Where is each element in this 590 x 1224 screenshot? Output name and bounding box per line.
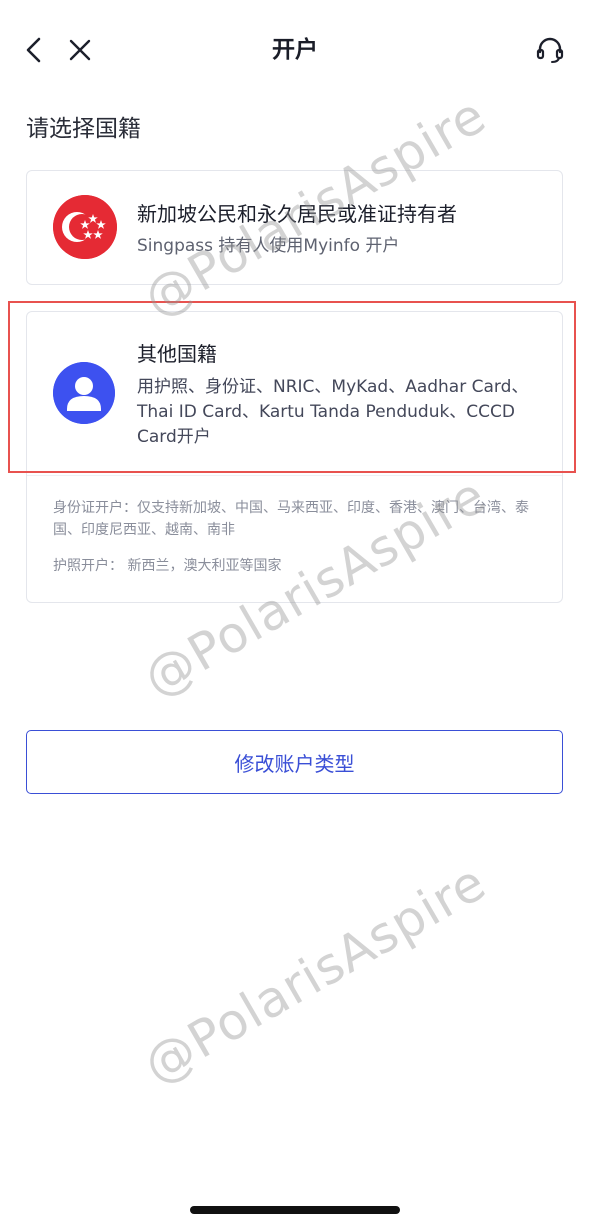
page-title: 开户 <box>272 37 318 63</box>
headset-icon <box>536 37 564 63</box>
option-singapore-card[interactable]: 新加坡公民和永久居民或准证持有者 Singpass 持有人使用Myinfo 开户 <box>26 170 563 285</box>
header-bar: 开户 <box>0 0 590 100</box>
passport-note: 护照开户： 新西兰，澳大利亚等国家 <box>53 558 282 574</box>
section-title: 请选择国籍 <box>26 116 141 142</box>
change-account-type-button[interactable]: 修改账户类型 <box>26 730 563 794</box>
option-singapore-title: 新加坡公民和永久居民或准证持有者 <box>137 202 457 226</box>
singapore-flag-icon <box>53 195 117 259</box>
highlight-box <box>8 301 576 473</box>
home-indicator[interactable] <box>190 1206 400 1214</box>
divider <box>27 475 562 476</box>
customer-service-button[interactable] <box>530 30 570 70</box>
watermark-text: @PolarisAspire <box>134 852 496 1096</box>
option-singapore-subtitle: Singpass 持有人使用Myinfo 开户 <box>137 236 400 256</box>
id-card-note: 身份证开户：仅支持新加坡、中国、马来西亚、印度、香港、澳门、台湾、泰国、印度尼西… <box>53 500 529 538</box>
